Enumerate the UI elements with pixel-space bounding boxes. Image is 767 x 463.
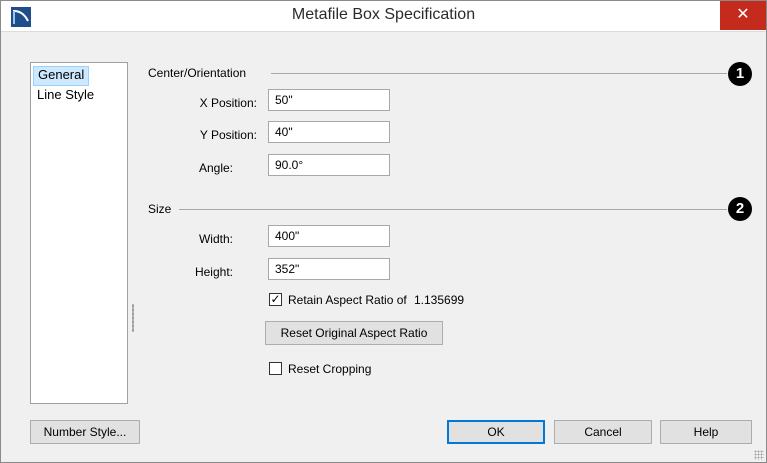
- x-position-input[interactable]: [268, 89, 390, 111]
- resize-grip-icon[interactable]: [754, 450, 764, 460]
- width-input[interactable]: [268, 225, 390, 247]
- y-position-input[interactable]: [268, 121, 390, 143]
- angle-label: Angle:: [198, 161, 233, 175]
- dialog-window: Metafile Box Specification ✕ General Lin…: [0, 0, 767, 463]
- y-position-label: Y Position:: [199, 128, 257, 142]
- retain-aspect-ratio-checkbox[interactable]: ✓: [269, 293, 282, 306]
- height-label: Height:: [194, 265, 233, 279]
- retain-aspect-ratio-label: Retain Aspect Ratio of: [288, 293, 407, 307]
- section-heading-center-orientation: Center/Orientation: [148, 66, 247, 80]
- title-bar[interactable]: Metafile Box Specification ✕: [1, 1, 766, 32]
- angle-input[interactable]: [268, 154, 390, 176]
- number-style-button[interactable]: Number Style...: [30, 420, 140, 444]
- height-input[interactable]: [268, 258, 390, 280]
- close-button[interactable]: ✕: [720, 1, 766, 30]
- close-icon: ✕: [736, 6, 750, 23]
- cancel-button[interactable]: Cancel: [554, 420, 652, 444]
- aspect-ratio-value: 1.135699: [414, 293, 465, 307]
- help-button[interactable]: Help: [660, 420, 752, 444]
- x-position-label: X Position:: [199, 96, 257, 110]
- section-heading-size: Size: [148, 202, 172, 216]
- section-divider: [179, 209, 727, 210]
- category-list[interactable]: General Line Style: [30, 62, 128, 404]
- checkmark-icon: ✓: [270, 292, 281, 306]
- callout-1-badge: 1: [728, 62, 752, 86]
- splitter-handle[interactable]: [132, 304, 134, 332]
- category-item-line-style[interactable]: Line Style: [33, 86, 98, 104]
- category-item-general[interactable]: General: [33, 66, 90, 86]
- width-label: Width:: [198, 232, 233, 246]
- reset-cropping-label: Reset Cropping: [288, 362, 372, 376]
- window-title: Metafile Box Specification: [291, 6, 476, 23]
- ok-button[interactable]: OK: [447, 420, 545, 444]
- reset-cropping-checkbox[interactable]: [269, 362, 282, 375]
- section-divider: [271, 73, 727, 74]
- callout-2-badge: 2: [728, 197, 752, 221]
- dialog-content: General Line Style Center/Orientation 1 …: [1, 32, 766, 462]
- reset-aspect-ratio-button[interactable]: Reset Original Aspect Ratio: [265, 321, 443, 345]
